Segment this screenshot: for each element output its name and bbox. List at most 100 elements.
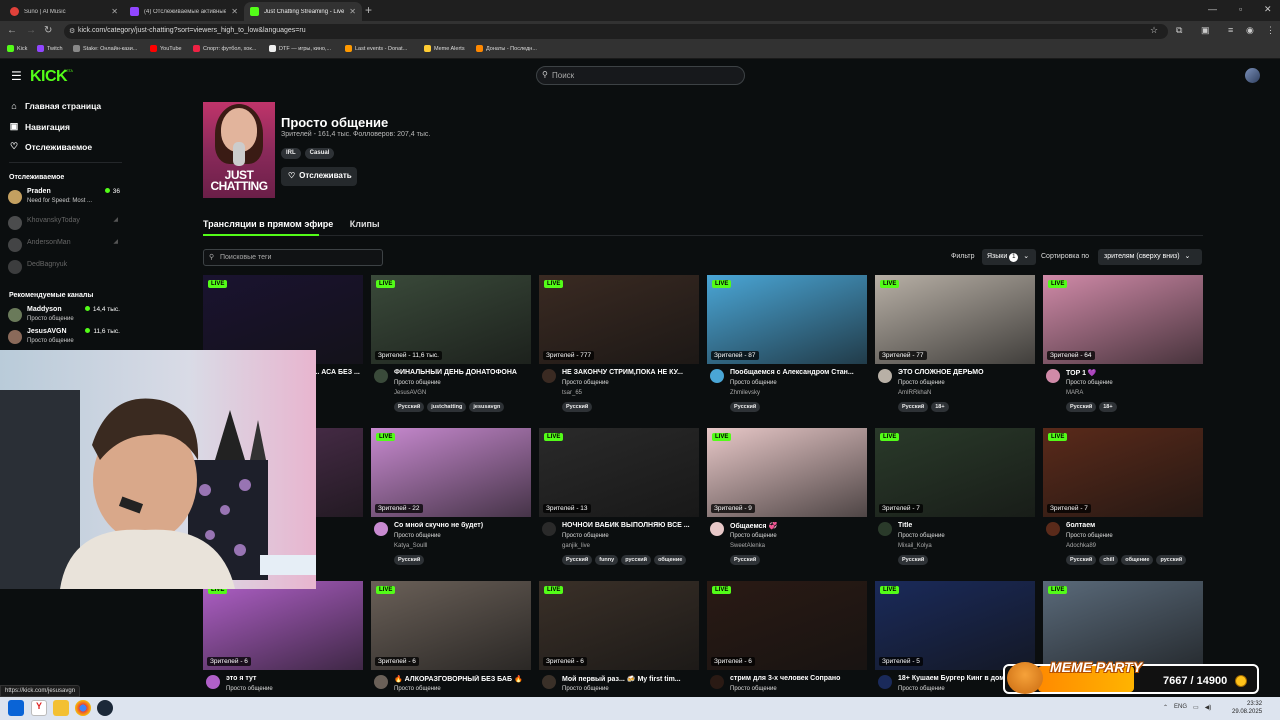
- recommended-channel[interactable]: JesusAVGN Просто общение 11,6 тыс.: [8, 327, 120, 349]
- tag[interactable]: Русский: [730, 555, 761, 565]
- stream-thumbnail[interactable]: LIVE Зрителей - 22: [371, 428, 531, 517]
- bookmark-sport[interactable]: Спорт: футбол, хок...: [193, 45, 256, 52]
- tag[interactable]: Русский: [898, 555, 929, 565]
- stream-card[interactable]: LIVE Зрителей - 22 Со мной скучно не будет…: [371, 428, 531, 573]
- tag[interactable]: Русский: [730, 402, 761, 412]
- stream-thumbnail[interactable]: LIVE Зрителей - 7: [875, 428, 1035, 517]
- language-filter-dropdown[interactable]: Языки 1 ⌄: [982, 249, 1036, 265]
- bookmark-donaty[interactable]: Донаты - Последн...: [476, 45, 537, 52]
- stream-thumbnail[interactable]: LIVE Зрителей - 6: [539, 581, 699, 670]
- avatar[interactable]: [542, 522, 556, 536]
- site-info-icon[interactable]: ⚙: [69, 27, 75, 35]
- stream-card[interactable]: LIVE Зрителей - 7 Title Просто общение Mixai…: [875, 428, 1035, 573]
- recommended-channel[interactable]: Maddyson Просто общение 14,4 тыс.: [8, 305, 120, 327]
- close-tab-icon[interactable]: ✕: [111, 7, 118, 16]
- stream-thumbnail[interactable]: LIVE Зрителей - 777: [539, 275, 699, 364]
- channel-name[interactable]: ganjik_live: [562, 543, 590, 549]
- stream-card[interactable]: LIVE Зрителей - 7 болтаем Просто общение Ado…: [1043, 428, 1203, 573]
- avatar[interactable]: [710, 369, 724, 383]
- stream-thumbnail[interactable]: LIVE Зрителей - 9: [707, 428, 867, 517]
- tag[interactable]: русский: [1156, 555, 1187, 565]
- user-avatar[interactable]: [1245, 68, 1260, 83]
- kick-logo[interactable]: KICK BETA: [30, 65, 74, 85]
- bookmark-twitch[interactable]: Twitch: [37, 45, 63, 52]
- stream-category[interactable]: Просто общение: [562, 380, 609, 386]
- avatar[interactable]: [542, 369, 556, 383]
- media-icon[interactable]: ≡: [1228, 25, 1233, 35]
- stream-card[interactable]: LIVE Зрителей - 11,6 тыс. ФИНАЛЬНЫЙ ДЕНЬ Д…: [371, 275, 531, 420]
- stream-card[interactable]: LIVE Зрителей - 77 ЭТО СЛОЖНОЕ ДЕРЬМО Прост…: [875, 275, 1035, 420]
- yandex-icon[interactable]: Y: [31, 700, 47, 716]
- channel-name[interactable]: Mixail_Kolya: [898, 543, 932, 549]
- stream-category[interactable]: Просто общение: [898, 533, 945, 539]
- stream-card[interactable]: LIVE Зрителей - 777 НЕ ЗАКОНЧУ СТРИМ,ПОКА …: [539, 275, 699, 420]
- followed-channel[interactable]: Praden Need for Speed: Most ... 36: [8, 187, 120, 209]
- channel-name[interactable]: tsar_65: [562, 390, 582, 396]
- bookmark-donationalerts[interactable]: Last events - Donat...: [345, 45, 407, 52]
- tag[interactable]: Casual: [304, 148, 335, 159]
- tag[interactable]: общение: [654, 555, 687, 565]
- windows-start-icon[interactable]: [8, 700, 24, 716]
- avatar[interactable]: [1046, 369, 1060, 383]
- maximize-icon[interactable]: ▫: [1239, 4, 1242, 14]
- stream-thumbnail[interactable]: LIVE Зрителей - 77: [875, 275, 1035, 364]
- forward-icon[interactable]: →: [26, 25, 36, 36]
- tag[interactable]: IRL: [281, 148, 301, 159]
- followed-channel-offline[interactable]: DedBagnyuk: [8, 257, 120, 279]
- stream-category[interactable]: Просто общение: [898, 686, 945, 692]
- stream-card[interactable]: LIVE Зрителей - 9 Общаемся 💞 Просто общение…: [707, 428, 867, 573]
- bookmark-stake[interactable]: Stake: Онлайн-кази...: [73, 45, 137, 52]
- tray-expand-icon[interactable]: ⌃: [1163, 704, 1168, 711]
- avatar[interactable]: [1046, 522, 1060, 536]
- avatar[interactable]: [710, 675, 724, 689]
- sort-dropdown[interactable]: зрителям (сверху вниз) ⌄: [1098, 249, 1202, 265]
- tag[interactable]: 18+: [931, 402, 949, 412]
- stream-category[interactable]: Просто общение: [898, 380, 945, 386]
- nav-following[interactable]: ♡ Отслеживаемое: [9, 141, 92, 152]
- stream-category[interactable]: Просто общение: [394, 380, 441, 386]
- stream-thumbnail[interactable]: LIVE Зрителей - 7: [1043, 428, 1203, 517]
- stream-thumbnail[interactable]: LIVE: [1043, 581, 1203, 670]
- back-icon[interactable]: ←: [7, 25, 17, 36]
- tag[interactable]: общение: [1121, 555, 1154, 565]
- network-icon[interactable]: ▭: [1193, 704, 1199, 711]
- url-field[interactable]: kick.com/category/just-chatting?sort=vie…: [64, 24, 1168, 39]
- volume-icon[interactable]: ◀): [1205, 704, 1212, 711]
- stream-thumbnail[interactable]: LIVE Зрителей - 87: [707, 275, 867, 364]
- avatar[interactable]: [206, 675, 220, 689]
- stream-category[interactable]: Просто общение: [730, 380, 777, 386]
- avatar[interactable]: [374, 369, 388, 383]
- stream-thumbnail[interactable]: LIVE Зрителей - 11,6 тыс.: [371, 275, 531, 364]
- stream-category[interactable]: Просто общение: [730, 533, 777, 539]
- stream-category[interactable]: Просто общение: [1066, 380, 1113, 386]
- stream-card[interactable]: LIVE Зрителей - 87 Пообщаемся с Александро…: [707, 275, 867, 420]
- tag[interactable]: jesusavgn: [469, 402, 505, 412]
- tag[interactable]: 18+: [1099, 402, 1117, 412]
- avatar[interactable]: [878, 522, 892, 536]
- stream-category[interactable]: Просто общение: [394, 533, 441, 539]
- profile-icon[interactable]: ◉: [1246, 25, 1254, 36]
- stream-card[interactable]: LIVE Зрителей - 64 TOP 1 💜 Просто общение MA…: [1043, 275, 1203, 420]
- tag[interactable]: Русский: [562, 555, 593, 565]
- stream-thumbnail[interactable]: LIVE Зрителей - 13: [539, 428, 699, 517]
- close-tab-icon[interactable]: ✕: [349, 7, 356, 16]
- stream-category[interactable]: Просто общение: [730, 686, 777, 692]
- stream-thumbnail[interactable]: LIVE Зрителей - 5: [875, 581, 1035, 670]
- tag[interactable]: Русский: [394, 402, 425, 412]
- tab-clips[interactable]: Клипы: [350, 219, 380, 229]
- browser-tab[interactable]: Suno | AI Music ✕: [4, 2, 124, 21]
- followed-channel-offline[interactable]: AndersonMan ◢: [8, 235, 120, 257]
- new-tab-icon[interactable]: +: [365, 3, 372, 17]
- bookmark-youtube[interactable]: YouTube: [150, 45, 182, 52]
- channel-name[interactable]: SweetAlenka: [730, 543, 765, 549]
- tag[interactable]: Русский: [562, 402, 593, 412]
- tag[interactable]: justchatting: [427, 402, 467, 412]
- tag[interactable]: Русский: [1066, 555, 1097, 565]
- avatar[interactable]: [878, 675, 892, 689]
- tag[interactable]: Русский: [394, 555, 425, 565]
- hamburger-menu-icon[interactable]: ☰: [11, 69, 22, 83]
- close-tab-icon[interactable]: ✕: [231, 7, 238, 16]
- tag[interactable]: funny: [595, 555, 619, 565]
- browser-tab-active[interactable]: Just Chatting Streaming - Live ✕: [244, 2, 362, 21]
- menu-icon[interactable]: ⋮: [1266, 25, 1275, 36]
